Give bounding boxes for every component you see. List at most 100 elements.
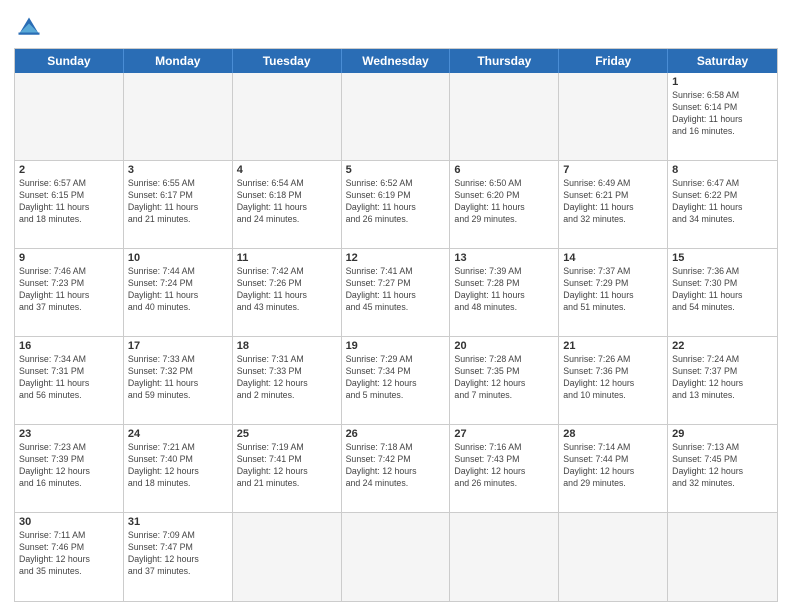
- day-info: Sunrise: 7:26 AM Sunset: 7:36 PM Dayligh…: [563, 354, 663, 402]
- calendar-header: SundayMondayTuesdayWednesdayThursdayFrid…: [15, 49, 777, 73]
- header: [14, 10, 778, 40]
- day-number: 31: [128, 516, 228, 528]
- calendar-cell: [450, 73, 559, 160]
- calendar-cell: 8Sunrise: 6:47 AM Sunset: 6:22 PM Daylig…: [668, 161, 777, 248]
- day-info: Sunrise: 7:28 AM Sunset: 7:35 PM Dayligh…: [454, 354, 554, 402]
- day-number: 8: [672, 164, 773, 176]
- calendar-cell: 13 Sunrise: 7:39 AM Sunset: 7:28 PM Dayli…: [450, 249, 559, 336]
- calendar-cell: [559, 513, 668, 601]
- calendar-cell: 16 Sunrise: 7:34 AM Sunset: 7:31 PM Dayli…: [15, 337, 124, 424]
- day-number: 15: [672, 252, 773, 264]
- day-number: 24: [128, 428, 228, 440]
- day-number: 25: [237, 428, 337, 440]
- logo: [14, 10, 48, 40]
- calendar-cell: [450, 513, 559, 601]
- day-info: Sunrise: 7:36 AM Sunset: 7:30 PM Dayligh…: [672, 266, 773, 314]
- day-info: Sunrise: 7:11 AM Sunset: 7:46 PM Dayligh…: [19, 530, 119, 578]
- day-number: 14: [563, 252, 663, 264]
- day-info: Sunrise: 7:33 AM Sunset: 7:32 PM Dayligh…: [128, 354, 228, 402]
- day-info: Sunrise: 6:50 AM Sunset: 6:20 PM Dayligh…: [454, 178, 554, 226]
- calendar-cell: [233, 513, 342, 601]
- calendar-row: 1 Sunrise: 6:58 AM Sunset: 6:14 PM Daylig…: [15, 73, 777, 161]
- calendar-row: 9 Sunrise: 7:46 AM Sunset: 7:23 PM Daylig…: [15, 249, 777, 337]
- calendar-cell: 18 Sunrise: 7:31 AM Sunset: 7:33 PM Dayli…: [233, 337, 342, 424]
- day-info: Sunrise: 7:18 AM Sunset: 7:42 PM Dayligh…: [346, 442, 446, 490]
- day-info: Sunrise: 7:23 AM Sunset: 7:39 PM Dayligh…: [19, 442, 119, 490]
- day-info: Sunrise: 7:46 AM Sunset: 7:23 PM Dayligh…: [19, 266, 119, 314]
- day-number: 6: [454, 164, 554, 176]
- day-info: Sunrise: 7:34 AM Sunset: 7:31 PM Dayligh…: [19, 354, 119, 402]
- day-info: Sunrise: 7:31 AM Sunset: 7:33 PM Dayligh…: [237, 354, 337, 402]
- calendar-cell: 11 Sunrise: 7:42 AM Sunset: 7:26 PM Dayli…: [233, 249, 342, 336]
- day-of-week-header: Monday: [124, 49, 233, 73]
- calendar: SundayMondayTuesdayWednesdayThursdayFrid…: [14, 48, 778, 602]
- day-info: Sunrise: 7:41 AM Sunset: 7:27 PM Dayligh…: [346, 266, 446, 314]
- day-info: Sunrise: 6:55 AM Sunset: 6:17 PM Dayligh…: [128, 178, 228, 226]
- day-number: 17: [128, 340, 228, 352]
- page: SundayMondayTuesdayWednesdayThursdayFrid…: [0, 0, 792, 612]
- day-info: Sunrise: 7:39 AM Sunset: 7:28 PM Dayligh…: [454, 266, 554, 314]
- day-info: Sunrise: 7:16 AM Sunset: 7:43 PM Dayligh…: [454, 442, 554, 490]
- calendar-body: 1 Sunrise: 6:58 AM Sunset: 6:14 PM Daylig…: [15, 73, 777, 601]
- calendar-cell: [559, 73, 668, 160]
- day-info: Sunrise: 6:58 AM Sunset: 6:14 PM Dayligh…: [672, 90, 773, 138]
- day-number: 13: [454, 252, 554, 264]
- calendar-cell: [668, 513, 777, 601]
- day-info: Sunrise: 6:57 AM Sunset: 6:15 PM Dayligh…: [19, 178, 119, 226]
- calendar-cell: [124, 73, 233, 160]
- day-info: Sunrise: 7:37 AM Sunset: 7:29 PM Dayligh…: [563, 266, 663, 314]
- calendar-row: 2Sunrise: 6:57 AM Sunset: 6:15 PM Daylig…: [15, 161, 777, 249]
- calendar-cell: 24Sunrise: 7:21 AM Sunset: 7:40 PM Dayli…: [124, 425, 233, 512]
- calendar-cell: 25 Sunrise: 7:19 AM Sunset: 7:41 PM Dayli…: [233, 425, 342, 512]
- day-info: Sunrise: 7:09 AM Sunset: 7:47 PM Dayligh…: [128, 530, 228, 578]
- day-number: 21: [563, 340, 663, 352]
- day-info: Sunrise: 7:14 AM Sunset: 7:44 PM Dayligh…: [563, 442, 663, 490]
- day-number: 28: [563, 428, 663, 440]
- day-info: Sunrise: 7:13 AM Sunset: 7:45 PM Dayligh…: [672, 442, 773, 490]
- calendar-cell: 4Sunrise: 6:54 AM Sunset: 6:18 PM Daylig…: [233, 161, 342, 248]
- calendar-cell: 22 Sunrise: 7:24 AM Sunset: 7:37 PM Dayli…: [668, 337, 777, 424]
- calendar-cell: [233, 73, 342, 160]
- day-of-week-header: Tuesday: [233, 49, 342, 73]
- day-info: Sunrise: 7:24 AM Sunset: 7:37 PM Dayligh…: [672, 354, 773, 402]
- day-number: 3: [128, 164, 228, 176]
- calendar-cell: 31 Sunrise: 7:09 AM Sunset: 7:47 PM Dayli…: [124, 513, 233, 601]
- calendar-cell: 2Sunrise: 6:57 AM Sunset: 6:15 PM Daylig…: [15, 161, 124, 248]
- day-number: 26: [346, 428, 446, 440]
- calendar-cell: 30Sunrise: 7:11 AM Sunset: 7:46 PM Dayli…: [15, 513, 124, 601]
- day-number: 16: [19, 340, 119, 352]
- day-of-week-header: Saturday: [668, 49, 777, 73]
- day-number: 12: [346, 252, 446, 264]
- calendar-cell: 1 Sunrise: 6:58 AM Sunset: 6:14 PM Daylig…: [668, 73, 777, 160]
- calendar-cell: 23Sunrise: 7:23 AM Sunset: 7:39 PM Dayli…: [15, 425, 124, 512]
- day-number: 9: [19, 252, 119, 264]
- day-info: Sunrise: 7:19 AM Sunset: 7:41 PM Dayligh…: [237, 442, 337, 490]
- day-number: 10: [128, 252, 228, 264]
- day-number: 18: [237, 340, 337, 352]
- day-number: 1: [672, 76, 773, 88]
- day-number: 7: [563, 164, 663, 176]
- calendar-cell: 20Sunrise: 7:28 AM Sunset: 7:35 PM Dayli…: [450, 337, 559, 424]
- day-number: 11: [237, 252, 337, 264]
- calendar-cell: [15, 73, 124, 160]
- calendar-cell: 7Sunrise: 6:49 AM Sunset: 6:21 PM Daylig…: [559, 161, 668, 248]
- day-of-week-header: Friday: [559, 49, 668, 73]
- day-number: 27: [454, 428, 554, 440]
- calendar-cell: 27 Sunrise: 7:16 AM Sunset: 7:43 PM Dayli…: [450, 425, 559, 512]
- calendar-cell: 5Sunrise: 6:52 AM Sunset: 6:19 PM Daylig…: [342, 161, 451, 248]
- day-number: 29: [672, 428, 773, 440]
- calendar-cell: 28 Sunrise: 7:14 AM Sunset: 7:44 PM Dayli…: [559, 425, 668, 512]
- calendar-cell: 17 Sunrise: 7:33 AM Sunset: 7:32 PM Dayli…: [124, 337, 233, 424]
- calendar-cell: 14 Sunrise: 7:37 AM Sunset: 7:29 PM Dayli…: [559, 249, 668, 336]
- calendar-cell: 12 Sunrise: 7:41 AM Sunset: 7:27 PM Dayli…: [342, 249, 451, 336]
- day-info: Sunrise: 7:42 AM Sunset: 7:26 PM Dayligh…: [237, 266, 337, 314]
- day-info: Sunrise: 6:52 AM Sunset: 6:19 PM Dayligh…: [346, 178, 446, 226]
- day-number: 22: [672, 340, 773, 352]
- calendar-row: 30Sunrise: 7:11 AM Sunset: 7:46 PM Dayli…: [15, 513, 777, 601]
- day-of-week-header: Thursday: [450, 49, 559, 73]
- day-of-week-header: Wednesday: [342, 49, 451, 73]
- day-info: Sunrise: 7:29 AM Sunset: 7:34 PM Dayligh…: [346, 354, 446, 402]
- calendar-cell: 6 Sunrise: 6:50 AM Sunset: 6:20 PM Daylig…: [450, 161, 559, 248]
- calendar-cell: 9 Sunrise: 7:46 AM Sunset: 7:23 PM Daylig…: [15, 249, 124, 336]
- day-info: Sunrise: 7:44 AM Sunset: 7:24 PM Dayligh…: [128, 266, 228, 314]
